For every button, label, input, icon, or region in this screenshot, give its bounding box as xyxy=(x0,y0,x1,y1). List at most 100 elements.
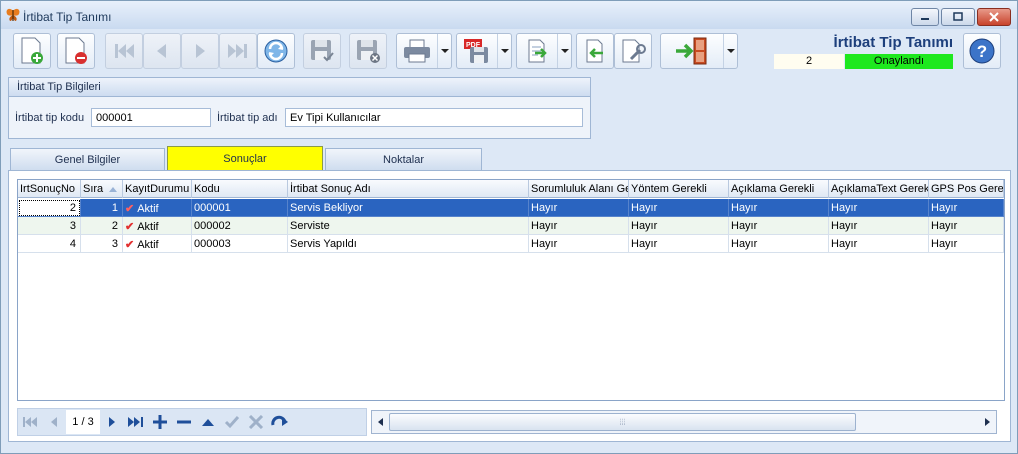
cell-responsibility[interactable]: Hayır xyxy=(529,199,629,217)
table-row[interactable]: 3 2 ✔ Aktif 000002 Serviste Hayır Hayır H… xyxy=(18,217,1004,235)
minus-icon xyxy=(177,420,191,424)
help-button[interactable]: ? xyxy=(963,33,1001,69)
cell-method[interactable]: Hayır xyxy=(629,199,729,217)
save-button[interactable] xyxy=(303,33,341,69)
cell-no[interactable]: 2 xyxy=(18,199,81,217)
cell-code[interactable]: 000003 xyxy=(192,235,288,253)
column-header[interactable]: IrtSonuçNo xyxy=(18,180,81,198)
cell-order[interactable]: 2 xyxy=(81,217,123,235)
cell-gps[interactable]: Hayır xyxy=(929,217,1004,235)
column-header[interactable]: Sıra xyxy=(81,180,123,198)
cell-name[interactable]: Servis Yapıldı xyxy=(288,235,529,253)
settings-button[interactable] xyxy=(614,33,652,69)
nav-refresh-button[interactable] xyxy=(268,410,292,434)
cell-description[interactable]: Hayır xyxy=(729,217,829,235)
next-record-icon xyxy=(109,417,115,427)
column-header[interactable]: Sorumluluk Alanı Gerekli xyxy=(529,180,629,198)
cell-description-text[interactable]: Hayır xyxy=(829,199,929,217)
refresh-icon xyxy=(264,39,288,63)
cell-code[interactable]: 000001 xyxy=(192,199,288,217)
status-badge: Onaylandı xyxy=(845,54,953,69)
nav-next-button[interactable] xyxy=(100,410,124,434)
print-dropdown[interactable] xyxy=(437,34,451,68)
exit-button[interactable] xyxy=(660,33,738,69)
cell-code[interactable]: 000002 xyxy=(192,217,288,235)
previous-record-button[interactable] xyxy=(143,33,181,69)
nav-delete-button[interactable] xyxy=(172,410,196,434)
printer-icon xyxy=(404,39,430,63)
import-button[interactable] xyxy=(576,33,614,69)
column-header[interactable]: AçıklamaText Gerekli xyxy=(829,180,929,198)
check-icon xyxy=(224,416,240,429)
cell-order[interactable]: 3 xyxy=(81,235,123,253)
chevron-down-icon xyxy=(440,49,449,53)
cell-description[interactable]: Hayır xyxy=(729,235,829,253)
svg-text:?: ? xyxy=(977,42,987,61)
export-icon xyxy=(528,39,547,63)
save-cancel-icon xyxy=(357,40,380,63)
pdf-export-button[interactable]: PDF xyxy=(456,33,512,69)
nav-cancel-button[interactable] xyxy=(244,410,268,434)
export-button[interactable] xyxy=(516,33,572,69)
table-row[interactable]: 2 1 ✔ Aktif 000001 Servis Bekliyor Hayır … xyxy=(18,199,1004,217)
cell-method[interactable]: Hayır xyxy=(629,235,729,253)
cell-no[interactable]: 4 xyxy=(18,235,81,253)
document-add-icon xyxy=(21,37,43,64)
cell-status[interactable]: ✔ Aktif xyxy=(123,217,192,235)
column-header[interactable]: Kodu xyxy=(192,180,288,198)
cell-name[interactable]: Serviste xyxy=(288,217,529,235)
first-record-button[interactable] xyxy=(105,33,143,69)
cell-description-text[interactable]: Hayır xyxy=(829,217,929,235)
exit-dropdown[interactable] xyxy=(723,34,737,68)
tab-results[interactable]: Sonuçlar xyxy=(167,146,323,171)
cell-name[interactable]: Servis Bekliyor xyxy=(288,199,529,217)
cell-responsibility[interactable]: Hayır xyxy=(529,235,629,253)
cell-gps[interactable]: Hayır xyxy=(929,199,1004,217)
column-header[interactable]: KayıtDurumu xyxy=(123,180,192,198)
last-record-button[interactable] xyxy=(219,33,257,69)
nav-edit-button[interactable] xyxy=(196,410,220,434)
cell-responsibility[interactable]: Hayır xyxy=(529,217,629,235)
nav-previous-button[interactable] xyxy=(42,410,66,434)
column-header[interactable]: GPS Pos Gerekli xyxy=(929,180,1004,198)
cell-description-text[interactable]: Hayır xyxy=(829,235,929,253)
cell-status[interactable]: ✔ Aktif xyxy=(123,235,192,253)
column-header[interactable]: İrtibat Sonuç Adı xyxy=(288,180,529,198)
next-record-button[interactable] xyxy=(181,33,219,69)
cell-status[interactable]: ✔ Aktif xyxy=(123,199,192,217)
cancel-save-button[interactable] xyxy=(349,33,387,69)
tab-points[interactable]: Noktalar xyxy=(325,148,482,170)
maximize-icon xyxy=(953,12,963,21)
new-record-button[interactable] xyxy=(13,33,51,69)
document-delete-icon xyxy=(65,37,87,64)
cell-no[interactable]: 3 xyxy=(18,217,81,235)
cell-description[interactable]: Hayır xyxy=(729,199,829,217)
scroll-left-button[interactable] xyxy=(372,411,388,433)
maximize-button[interactable] xyxy=(941,8,975,26)
horizontal-scrollbar[interactable]: ⦙⦙⦙ xyxy=(371,410,997,434)
nav-add-button[interactable] xyxy=(148,410,172,434)
minimize-button[interactable] xyxy=(911,8,939,26)
column-header[interactable]: Açıklama Gerekli xyxy=(729,180,829,198)
code-field[interactable] xyxy=(91,108,211,127)
title-bar: İrtibat Tip Tanımı xyxy=(1,1,1017,29)
pdf-export-dropdown[interactable] xyxy=(497,34,511,68)
results-grid[interactable]: IrtSonuçNo Sıra KayıtDurumu Kodu İrtibat… xyxy=(17,179,1005,401)
refresh-button[interactable] xyxy=(257,33,295,69)
close-button[interactable] xyxy=(977,8,1011,26)
cell-gps[interactable]: Hayır xyxy=(929,235,1004,253)
delete-record-button[interactable] xyxy=(57,33,95,69)
export-dropdown[interactable] xyxy=(557,34,571,68)
table-row[interactable]: 4 3 ✔ Aktif 000003 Servis Yapıldı Hayır H… xyxy=(18,235,1004,253)
print-button[interactable] xyxy=(396,33,452,69)
nav-last-button[interactable] xyxy=(124,410,148,434)
nav-first-button[interactable] xyxy=(18,410,42,434)
name-field[interactable] xyxy=(285,108,583,127)
scroll-thumb[interactable]: ⦙⦙⦙ xyxy=(389,413,856,431)
cell-method[interactable]: Hayır xyxy=(629,217,729,235)
scroll-right-button[interactable] xyxy=(980,411,996,433)
tab-general-info[interactable]: Genel Bilgiler xyxy=(10,148,165,170)
column-header[interactable]: Yöntem Gerekli xyxy=(629,180,729,198)
nav-post-button[interactable] xyxy=(220,410,244,434)
cell-order[interactable]: 1 xyxy=(81,199,123,217)
